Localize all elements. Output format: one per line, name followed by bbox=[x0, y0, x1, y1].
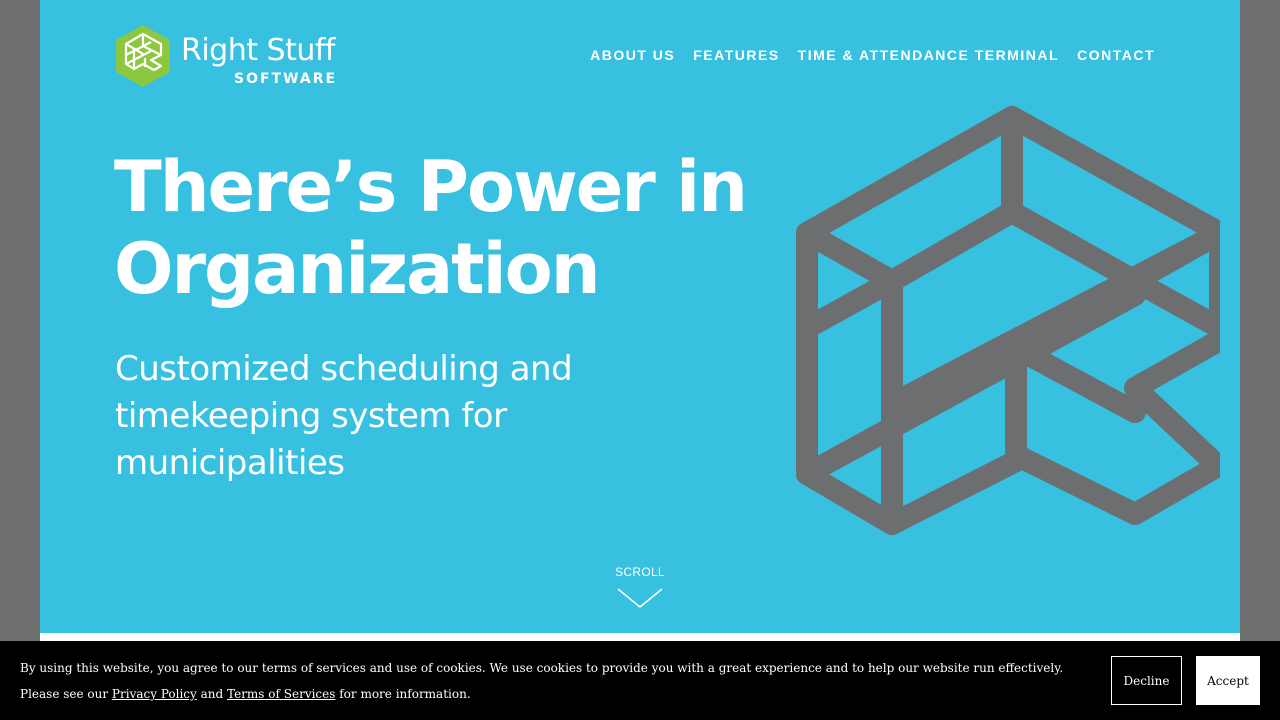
terms-of-services-link[interactable]: Terms of Services bbox=[227, 687, 335, 701]
brand-name: Right Stuff bbox=[181, 33, 335, 68]
hero-section: Right Stuff SOFTWARE ABOUT US FEATURES T… bbox=[40, 0, 1240, 633]
site-logo[interactable]: Right Stuff SOFTWARE bbox=[114, 24, 374, 88]
decline-button[interactable]: Decline bbox=[1111, 656, 1182, 705]
scroll-label: SCROLL bbox=[615, 565, 665, 579]
scroll-indicator[interactable]: SCROLL bbox=[605, 565, 675, 609]
nav-features[interactable]: FEATURES bbox=[693, 47, 779, 63]
accept-button[interactable]: Accept bbox=[1196, 656, 1260, 705]
nav-time-attendance-terminal[interactable]: TIME & ATTENDANCE TERMINAL bbox=[798, 47, 1059, 63]
hero-subheadline: Customized scheduling and timekeeping sy… bbox=[115, 349, 573, 483]
chevron-down-icon bbox=[617, 588, 663, 608]
hero-headline: There’s Power in Organization bbox=[114, 146, 748, 310]
brand-tagline: SOFTWARE bbox=[234, 71, 338, 87]
content-strip bbox=[40, 633, 1240, 641]
cookie-banner: By using this website, you agree to our … bbox=[0, 641, 1280, 720]
isometric-logo-graphic-icon bbox=[796, 106, 1220, 535]
cookie-text-outro: for more information. bbox=[335, 687, 471, 701]
logo-hexagon-icon bbox=[116, 25, 170, 87]
cookie-message: By using this website, you agree to our … bbox=[20, 655, 1090, 707]
nav-about-us[interactable]: ABOUT US bbox=[590, 47, 675, 63]
privacy-policy-link[interactable]: Privacy Policy bbox=[112, 687, 197, 701]
nav-contact[interactable]: CONTACT bbox=[1077, 47, 1155, 63]
cookie-text-and: and bbox=[196, 687, 228, 701]
main-navigation: ABOUT US FEATURES TIME & ATTENDANCE TERM… bbox=[590, 47, 1155, 63]
